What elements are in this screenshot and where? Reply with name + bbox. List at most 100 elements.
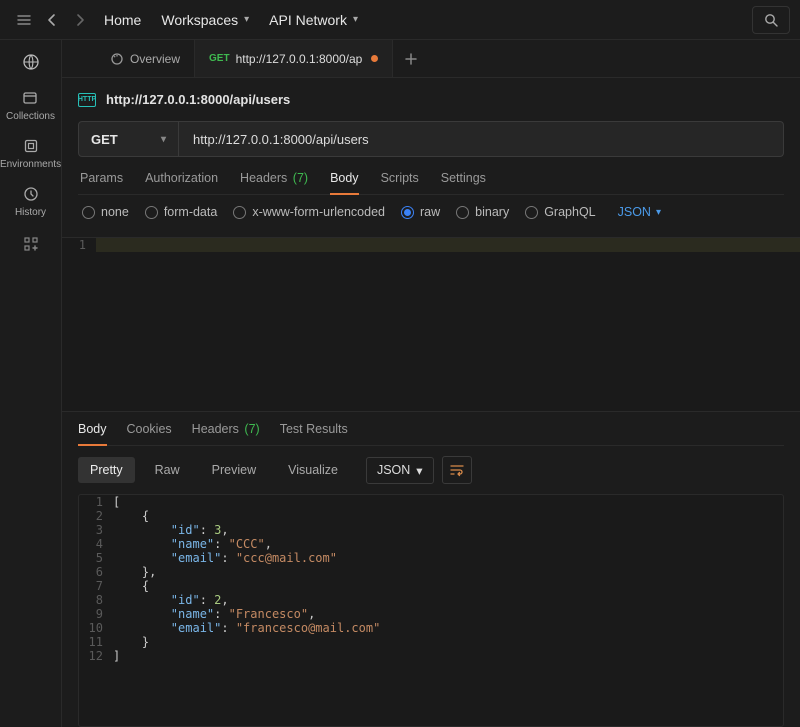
subtab-headers-count: (7)	[293, 171, 308, 185]
radio-icon	[233, 206, 246, 219]
collections-icon	[20, 88, 40, 108]
method-select-label: GET	[91, 132, 118, 147]
line-number: 2	[79, 509, 113, 523]
code-line: {	[113, 509, 783, 523]
tab-request[interactable]: GET http://127.0.0.1:8000/ap	[195, 40, 393, 77]
nav-api-network-label: API Network	[269, 12, 347, 28]
body-format-select[interactable]: JSON ▾	[618, 205, 661, 219]
view-preview-label: Preview	[212, 463, 256, 477]
view-pretty-label: Pretty	[90, 463, 123, 477]
view-pretty[interactable]: Pretty	[78, 457, 135, 483]
response-body-editor[interactable]: 1[2 {3 "id": 3,4 "name": "CCC",5 "email"…	[78, 494, 784, 727]
chevron-down-icon: ▾	[353, 14, 358, 25]
sidebar-environments[interactable]: Environments	[0, 136, 61, 170]
line-number: 1	[79, 495, 113, 509]
subtab-body-label: Body	[330, 171, 359, 185]
body-type-binary[interactable]: binary	[456, 205, 509, 219]
resp-tab-body-label: Body	[78, 422, 107, 436]
method-select[interactable]: GET ▾	[79, 122, 179, 156]
resp-tab-cookies-label: Cookies	[127, 422, 172, 436]
radio-icon	[525, 206, 538, 219]
subtab-authorization[interactable]: Authorization	[145, 171, 218, 194]
resp-tab-body[interactable]: Body	[78, 422, 107, 445]
resp-tab-headers[interactable]: Headers (7)	[192, 422, 260, 445]
line-number: 7	[79, 579, 113, 593]
resp-tab-test-results[interactable]: Test Results	[280, 422, 348, 445]
chevron-down-icon: ▾	[244, 14, 249, 25]
sidebar-history-label: History	[15, 207, 46, 218]
line-number: 6	[79, 565, 113, 579]
nav-api-network[interactable]: API Network ▾	[259, 12, 368, 28]
subtab-params-label: Params	[80, 171, 123, 185]
request-subtabs: Params Authorization Headers (7) Body Sc…	[78, 171, 784, 195]
code-line: "name": "Francesco",	[113, 607, 783, 621]
subtab-body[interactable]: Body	[330, 171, 359, 194]
view-visualize-label: Visualize	[288, 463, 338, 477]
nav-back-button[interactable]	[38, 6, 66, 34]
chevron-down-icon: ▾	[416, 463, 422, 478]
sidebar-collections-label: Collections	[6, 111, 55, 122]
radio-icon	[82, 206, 95, 219]
left-sidebar: Collections Environments History	[0, 40, 62, 727]
request-area: HTTP http://127.0.0.1:8000/api/users GET…	[62, 78, 800, 237]
search-button[interactable]	[752, 6, 790, 34]
subtab-scripts[interactable]: Scripts	[381, 171, 419, 194]
add-tab-button[interactable]	[393, 40, 429, 77]
chevron-down-icon: ▾	[656, 207, 661, 218]
http-icon: HTTP	[78, 93, 96, 107]
wrap-icon	[449, 463, 465, 477]
request-title: http://127.0.0.1:8000/api/users	[106, 92, 290, 107]
code-line: "email": "ccc@mail.com"	[113, 551, 783, 565]
view-raw-label: Raw	[155, 463, 180, 477]
code-line: }	[113, 635, 783, 649]
request-body-editor[interactable]: 1	[62, 237, 800, 411]
sidebar-collections[interactable]: Collections	[6, 88, 55, 122]
code-line: "email": "francesco@mail.com"	[113, 621, 783, 635]
body-type-form-data[interactable]: form-data	[145, 205, 218, 219]
nav-home[interactable]: Home	[94, 12, 151, 28]
line-number: 5	[79, 551, 113, 565]
body-type-selector: none form-data x-www-form-urlencoded raw…	[78, 195, 784, 229]
body-type-urlencoded[interactable]: x-www-form-urlencoded	[233, 205, 385, 219]
response-toolbar: Pretty Raw Preview Visualize JSON ▾	[78, 446, 784, 494]
body-type-urlencoded-label: x-www-form-urlencoded	[252, 205, 385, 219]
subtab-headers[interactable]: Headers (7)	[240, 171, 308, 194]
resp-tab-headers-label: Headers	[192, 422, 239, 436]
body-type-binary-label: binary	[475, 205, 509, 219]
view-preview[interactable]: Preview	[200, 457, 268, 483]
environments-icon	[21, 136, 41, 156]
code-line: [	[113, 495, 783, 509]
nav-home-label: Home	[104, 12, 141, 28]
body-type-none[interactable]: none	[82, 205, 129, 219]
sidebar-add-panel[interactable]	[21, 232, 41, 256]
code-line: "id": 2,	[113, 593, 783, 607]
sidebar-globe[interactable]	[21, 50, 41, 74]
code-line: },	[113, 565, 783, 579]
subtab-params[interactable]: Params	[80, 171, 123, 194]
search-icon	[764, 13, 778, 27]
subtab-settings[interactable]: Settings	[441, 171, 486, 194]
view-visualize[interactable]: Visualize	[276, 457, 350, 483]
hamburger-icon[interactable]	[10, 6, 38, 34]
subtab-headers-label: Headers	[240, 171, 287, 185]
body-type-graphql-label: GraphQL	[544, 205, 595, 219]
overview-icon	[110, 52, 124, 66]
response-format-select[interactable]: JSON ▾	[366, 457, 434, 484]
wrap-lines-button[interactable]	[442, 456, 472, 484]
line-number: 11	[79, 635, 113, 649]
add-panel-icon	[21, 232, 41, 256]
body-type-graphql[interactable]: GraphQL	[525, 205, 595, 219]
resp-tab-cookies[interactable]: Cookies	[127, 422, 172, 445]
response-pane: Body Cookies Headers (7) Test Results Pr…	[62, 411, 800, 727]
response-format-label: JSON	[377, 463, 410, 477]
view-raw[interactable]: Raw	[143, 457, 192, 483]
code-line: ]	[113, 649, 783, 663]
url-input[interactable]	[179, 122, 783, 156]
tab-overview[interactable]: Overview	[96, 40, 195, 77]
history-icon	[21, 184, 41, 204]
code-line: {	[113, 579, 783, 593]
body-type-raw[interactable]: raw	[401, 205, 440, 219]
nav-workspaces[interactable]: Workspaces ▾	[151, 12, 259, 28]
nav-forward-button[interactable]	[66, 6, 94, 34]
sidebar-history[interactable]: History	[15, 184, 46, 218]
